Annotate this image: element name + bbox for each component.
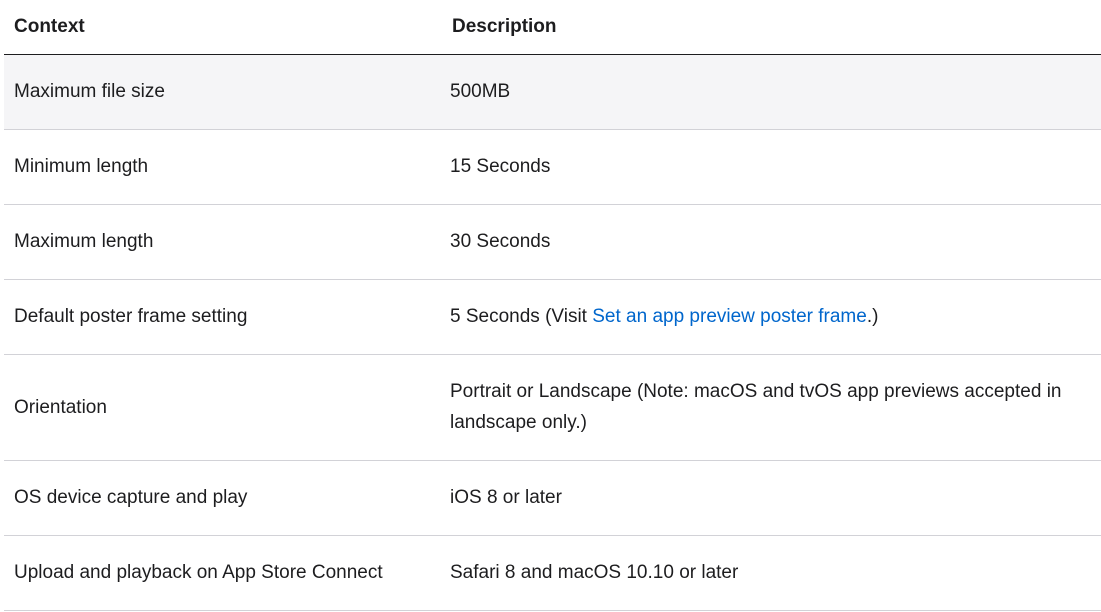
table-row: Maximum file size 500MB (4, 54, 1101, 130)
context-cell: Minimum length (4, 129, 442, 205)
column-header-description: Description (442, 0, 1101, 55)
description-cell: Safari 8 and macOS 10.10 or later (442, 535, 1101, 611)
description-cell: 500MB (442, 54, 1101, 130)
table-row: Minimum length 15 Seconds (4, 129, 1101, 205)
table-row: Upload and playback on App Store Connect… (4, 535, 1101, 611)
table-row: Default poster frame setting 5 Seconds (… (4, 279, 1101, 355)
description-prefix: 5 Seconds (Visit (450, 306, 593, 327)
context-cell: Default poster frame setting (4, 279, 442, 355)
specifications-table: Context Description Maximum file size 50… (4, 0, 1101, 611)
context-cell: Maximum length (4, 204, 442, 280)
description-cell: Portrait or Landscape (Note: macOS and t… (442, 354, 1101, 461)
description-suffix: .) (866, 306, 879, 327)
table-header-row: Context Description (4, 0, 1101, 55)
description-cell: 30 Seconds (442, 204, 1101, 280)
table-row: Maximum length 30 Seconds (4, 204, 1101, 280)
column-header-context: Context (4, 0, 442, 55)
description-cell: 15 Seconds (442, 129, 1101, 205)
description-cell: 5 Seconds (Visit Set an app preview post… (442, 279, 1101, 355)
context-cell: Orientation (4, 354, 442, 461)
context-cell: OS device capture and play (4, 460, 442, 536)
poster-frame-link[interactable]: Set an app preview poster frame (592, 306, 867, 327)
table-row: Orientation Portrait or Landscape (Note:… (4, 354, 1101, 461)
description-cell: iOS 8 or later (442, 460, 1101, 536)
context-cell: Maximum file size (4, 54, 442, 130)
table-row: OS device capture and play iOS 8 or late… (4, 460, 1101, 536)
context-cell: Upload and playback on App Store Connect (4, 535, 442, 611)
